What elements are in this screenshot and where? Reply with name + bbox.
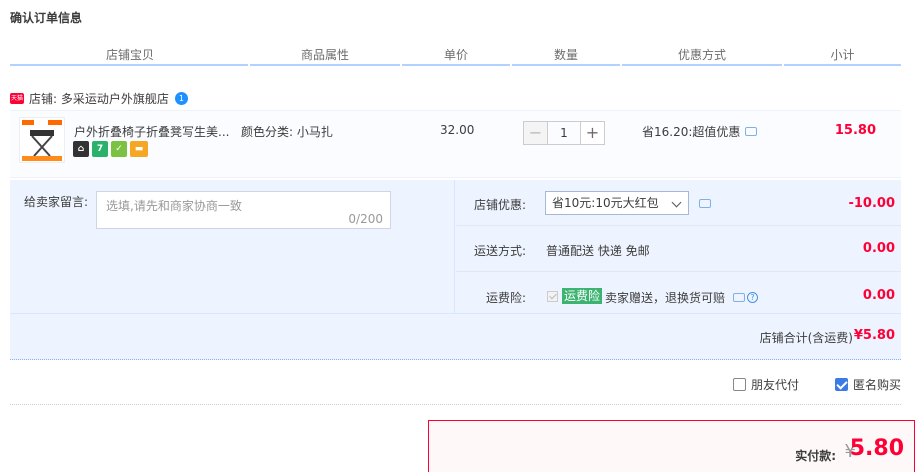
shipping-method: 普通配送 快递 免邮 bbox=[546, 244, 650, 258]
payment-amount: 5.80 bbox=[849, 436, 904, 461]
column-bar bbox=[784, 64, 901, 66]
insurance-amount: 0.00 bbox=[862, 288, 895, 303]
service-shield-icon[interactable]: ⌂ bbox=[73, 141, 89, 157]
comment-icon[interactable] bbox=[699, 199, 711, 208]
item-attribute: 颜色分类: 小马扎 bbox=[241, 125, 333, 139]
promotion-text: 省16.20:超值优惠 bbox=[642, 125, 741, 139]
service-card-icon[interactable]: ▬ bbox=[130, 141, 148, 157]
service-7day-icon[interactable]: 7 bbox=[92, 141, 108, 157]
insurance-info: 卖家赠送，退换货可赔 ? bbox=[605, 289, 759, 306]
tmall-icon: 天猫 bbox=[10, 92, 24, 104]
insurance-checkbox[interactable] bbox=[547, 291, 558, 302]
column-bar bbox=[512, 64, 620, 66]
discount-amount: -10.00 bbox=[848, 196, 895, 211]
column-bar bbox=[250, 64, 400, 66]
product-thumbnail[interactable] bbox=[19, 117, 65, 163]
anonymous-label: 匿名购买 bbox=[853, 378, 902, 392]
insurance-tag: 运费险 bbox=[562, 288, 603, 304]
column-header-item: 店铺宝贝 bbox=[105, 48, 154, 62]
seller-message-input[interactable]: 选填,请先和商家协商一致 0/200 bbox=[96, 191, 391, 229]
payment-summary-box: 实付款: ¥ 5.80 bbox=[428, 420, 915, 472]
service-icons: ⌂ 7 ✓ ▬ bbox=[73, 141, 148, 157]
folding-stool-icon bbox=[20, 118, 64, 162]
chat-bubble-icon[interactable]: 1 bbox=[174, 91, 188, 105]
service-android-icon[interactable]: ✓ bbox=[111, 141, 127, 157]
message-placeholder: 选填,请先和商家协商一致 bbox=[106, 199, 242, 213]
insurance-text: 卖家赠送，退换货可赔 bbox=[605, 291, 726, 305]
page-title: 确认订单信息 bbox=[10, 11, 83, 25]
divider bbox=[456, 225, 901, 226]
column-bar bbox=[10, 64, 248, 66]
item-unit-price: 32.00 bbox=[440, 123, 475, 137]
help-icon[interactable]: ? bbox=[747, 292, 759, 303]
column-header-quantity: 数量 bbox=[553, 48, 578, 62]
anonymous-option[interactable]: 匿名购买 bbox=[835, 376, 901, 393]
quantity-decrease-button[interactable]: − bbox=[523, 121, 548, 145]
store-row: 天猫 店铺: 多采运动户外旗舰店 1 bbox=[10, 88, 188, 108]
store-total-row: 店铺合计(含运费) ¥5.80 bbox=[10, 313, 901, 360]
quantity-increase-button[interactable]: + bbox=[580, 121, 605, 145]
column-header-price: 单价 bbox=[443, 48, 468, 62]
comment-icon[interactable] bbox=[745, 127, 758, 136]
message-char-count: 0/200 bbox=[348, 212, 383, 226]
shipping-label: 运送方式: bbox=[473, 244, 526, 258]
order-detail-panel: 给卖家留言: 选填,请先和商家协商一致 0/200 店铺优惠: 省10元:10元… bbox=[10, 180, 901, 360]
store-total-label: 店铺合计(含运费) bbox=[759, 331, 853, 345]
item-title-link[interactable]: 户外折叠椅子折叠凳写生美... bbox=[74, 123, 229, 140]
divider bbox=[10, 404, 901, 405]
quantity-stepper: − 1 + bbox=[523, 121, 605, 145]
friend-pay-option[interactable]: 朋友代付 bbox=[733, 376, 799, 393]
comment-icon[interactable] bbox=[733, 293, 746, 302]
shipping-amount: 0.00 bbox=[862, 241, 895, 256]
friend-pay-checkbox[interactable] bbox=[733, 378, 746, 391]
divider bbox=[456, 271, 901, 272]
column-bar bbox=[622, 64, 782, 66]
promotion-info: 省16.20:超值优惠 bbox=[642, 123, 758, 140]
message-label: 给卖家留言: bbox=[24, 195, 89, 209]
insurance-label: 运费险: bbox=[485, 291, 526, 305]
store-total-amount: ¥5.80 bbox=[853, 328, 895, 343]
friend-pay-label: 朋友代付 bbox=[751, 378, 800, 392]
column-header-subtotal: 小计 bbox=[830, 48, 855, 62]
column-bar bbox=[402, 64, 510, 66]
message-section: 给卖家留言: 选填,请先和商家协商一致 0/200 bbox=[10, 180, 455, 313]
discount-label: 店铺优惠: bbox=[473, 198, 526, 212]
discount-selected-value: 省10元:10元大红包 bbox=[552, 196, 659, 210]
discount-select[interactable]: 省10元:10元大红包 bbox=[545, 191, 689, 215]
anonymous-checkbox[interactable] bbox=[835, 378, 848, 391]
item-subtotal: 15.80 bbox=[834, 123, 876, 138]
chevron-down-icon bbox=[671, 197, 682, 208]
payment-label: 实付款: bbox=[795, 449, 836, 463]
column-header-attribute: 商品属性 bbox=[300, 48, 349, 62]
store-name-link[interactable]: 店铺: 多采运动户外旗舰店 bbox=[29, 90, 169, 107]
order-item-row: 户外折叠椅子折叠凳写生美... 颜色分类: 小马扎 ⌂ 7 ✓ ▬ 32.00 … bbox=[10, 110, 901, 178]
quantity-input[interactable]: 1 bbox=[548, 121, 580, 145]
column-header-promotion: 优惠方式 bbox=[677, 48, 726, 62]
